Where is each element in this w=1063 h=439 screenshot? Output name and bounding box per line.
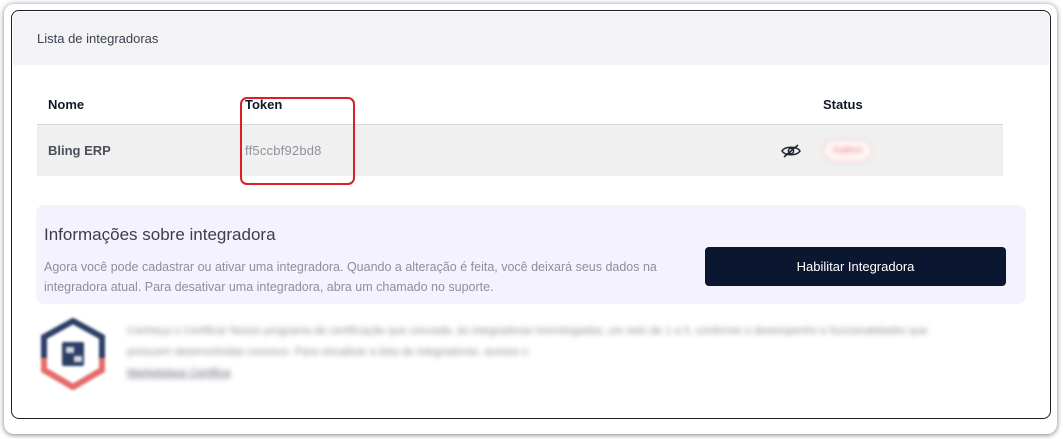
integrator-info-box: Informações sobre integradora Agora você… (36, 205, 1026, 304)
certification-description: Conheça o Certifica! Nosso programa de c… (127, 325, 928, 358)
column-header-visibility (564, 85, 812, 125)
row-token-cell: ff5ccbf92bd8 (234, 124, 564, 176)
card-header: Lista de integradoras (13, 12, 1049, 65)
integrator-token: ff5ccbf92bd8 (245, 142, 322, 158)
certification-text: Conheça o Certifica! Nosso programa de c… (127, 321, 947, 384)
eye-off-icon[interactable] (780, 143, 802, 159)
status-badge: Inativo (823, 138, 873, 162)
info-title: Informações sobre integradora (44, 225, 276, 244)
row-status-cell: Inativo (812, 124, 1003, 176)
row-name-cell: Bling ERP (37, 124, 234, 176)
table-header-row: Nome Token Status (37, 85, 1003, 125)
enable-integrator-button[interactable]: Habilitar Integradora (705, 247, 1006, 286)
table-row: Bling ERP ff5ccbf92bd8 Inativo (37, 124, 1003, 176)
marketplace-certifica-link[interactable]: Marketplace Certifica (127, 367, 230, 379)
integrators-table: Nome Token Status Bling ERP ff5ccbf92bd8 (37, 85, 1003, 176)
info-text: Agora você pode cadastrar ou ativar uma … (44, 260, 657, 294)
column-header-token: Token (234, 85, 564, 125)
column-header-status: Status (812, 85, 1003, 125)
row-visibility-cell (564, 124, 812, 176)
column-header-name: Nome (37, 85, 234, 125)
certifica-badge-icon (40, 317, 106, 391)
integrator-name: Bling ERP (48, 142, 111, 158)
card-title: Lista de integradoras (37, 31, 159, 46)
